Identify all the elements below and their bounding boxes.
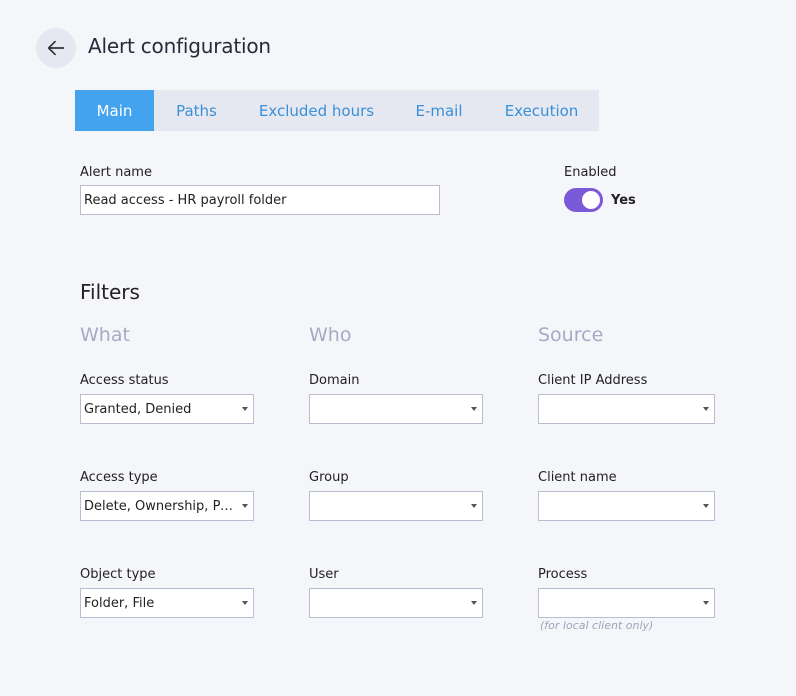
chevron-down-icon bbox=[471, 504, 477, 508]
client-name-select[interactable] bbox=[538, 491, 715, 521]
process-label: Process bbox=[538, 567, 588, 582]
tab-excluded-hours[interactable]: Excluded hours bbox=[239, 90, 394, 131]
user-label: User bbox=[309, 567, 339, 582]
access-type-label: Access type bbox=[80, 470, 158, 485]
source-column-heading: Source bbox=[538, 324, 604, 346]
tab-paths[interactable]: Paths bbox=[154, 90, 239, 131]
enabled-toggle[interactable] bbox=[564, 188, 603, 212]
toggle-knob bbox=[582, 191, 600, 209]
domain-select[interactable] bbox=[309, 394, 483, 424]
tab-main[interactable]: Main bbox=[75, 90, 154, 131]
alert-configuration-page: Alert configuration Main Paths Excluded … bbox=[0, 0, 796, 696]
page-title: Alert configuration bbox=[88, 34, 271, 58]
object-type-select[interactable]: Folder, File bbox=[80, 588, 254, 618]
domain-label: Domain bbox=[309, 373, 360, 388]
alert-name-input[interactable] bbox=[80, 185, 440, 215]
tab-execution[interactable]: Execution bbox=[484, 90, 599, 131]
enabled-state-text: Yes bbox=[611, 193, 636, 208]
process-hint: (for local client only) bbox=[540, 619, 654, 632]
object-type-label: Object type bbox=[80, 567, 156, 582]
tab-email[interactable]: E-mail bbox=[394, 90, 484, 131]
access-status-select[interactable]: Granted, Denied bbox=[80, 394, 254, 424]
chevron-down-icon bbox=[471, 601, 477, 605]
chevron-down-icon bbox=[471, 407, 477, 411]
chevron-down-icon bbox=[703, 407, 709, 411]
client-ip-label: Client IP Address bbox=[538, 373, 648, 388]
what-column-heading: What bbox=[80, 324, 130, 346]
object-type-value: Folder, File bbox=[84, 596, 155, 611]
process-select[interactable] bbox=[538, 588, 715, 618]
access-status-label: Access status bbox=[80, 373, 169, 388]
client-ip-select[interactable] bbox=[538, 394, 715, 424]
access-status-value: Granted, Denied bbox=[84, 402, 192, 417]
group-select[interactable] bbox=[309, 491, 483, 521]
client-name-label: Client name bbox=[538, 470, 617, 485]
alert-name-label: Alert name bbox=[80, 165, 152, 180]
group-label: Group bbox=[309, 470, 349, 485]
chevron-down-icon bbox=[242, 601, 248, 605]
back-button[interactable] bbox=[36, 28, 76, 68]
enabled-label: Enabled bbox=[564, 165, 617, 180]
who-column-heading: Who bbox=[309, 324, 352, 346]
chevron-down-icon bbox=[242, 504, 248, 508]
access-type-select[interactable]: Delete, Ownership, Perm... bbox=[80, 491, 254, 521]
chevron-down-icon bbox=[703, 504, 709, 508]
tab-bar: Main Paths Excluded hours E-mail Executi… bbox=[75, 90, 599, 131]
user-select[interactable] bbox=[309, 588, 483, 618]
arrow-left-icon bbox=[47, 40, 65, 56]
access-type-value: Delete, Ownership, Perm... bbox=[84, 499, 235, 514]
chevron-down-icon bbox=[703, 601, 709, 605]
filters-heading: Filters bbox=[80, 280, 140, 304]
chevron-down-icon bbox=[242, 407, 248, 411]
